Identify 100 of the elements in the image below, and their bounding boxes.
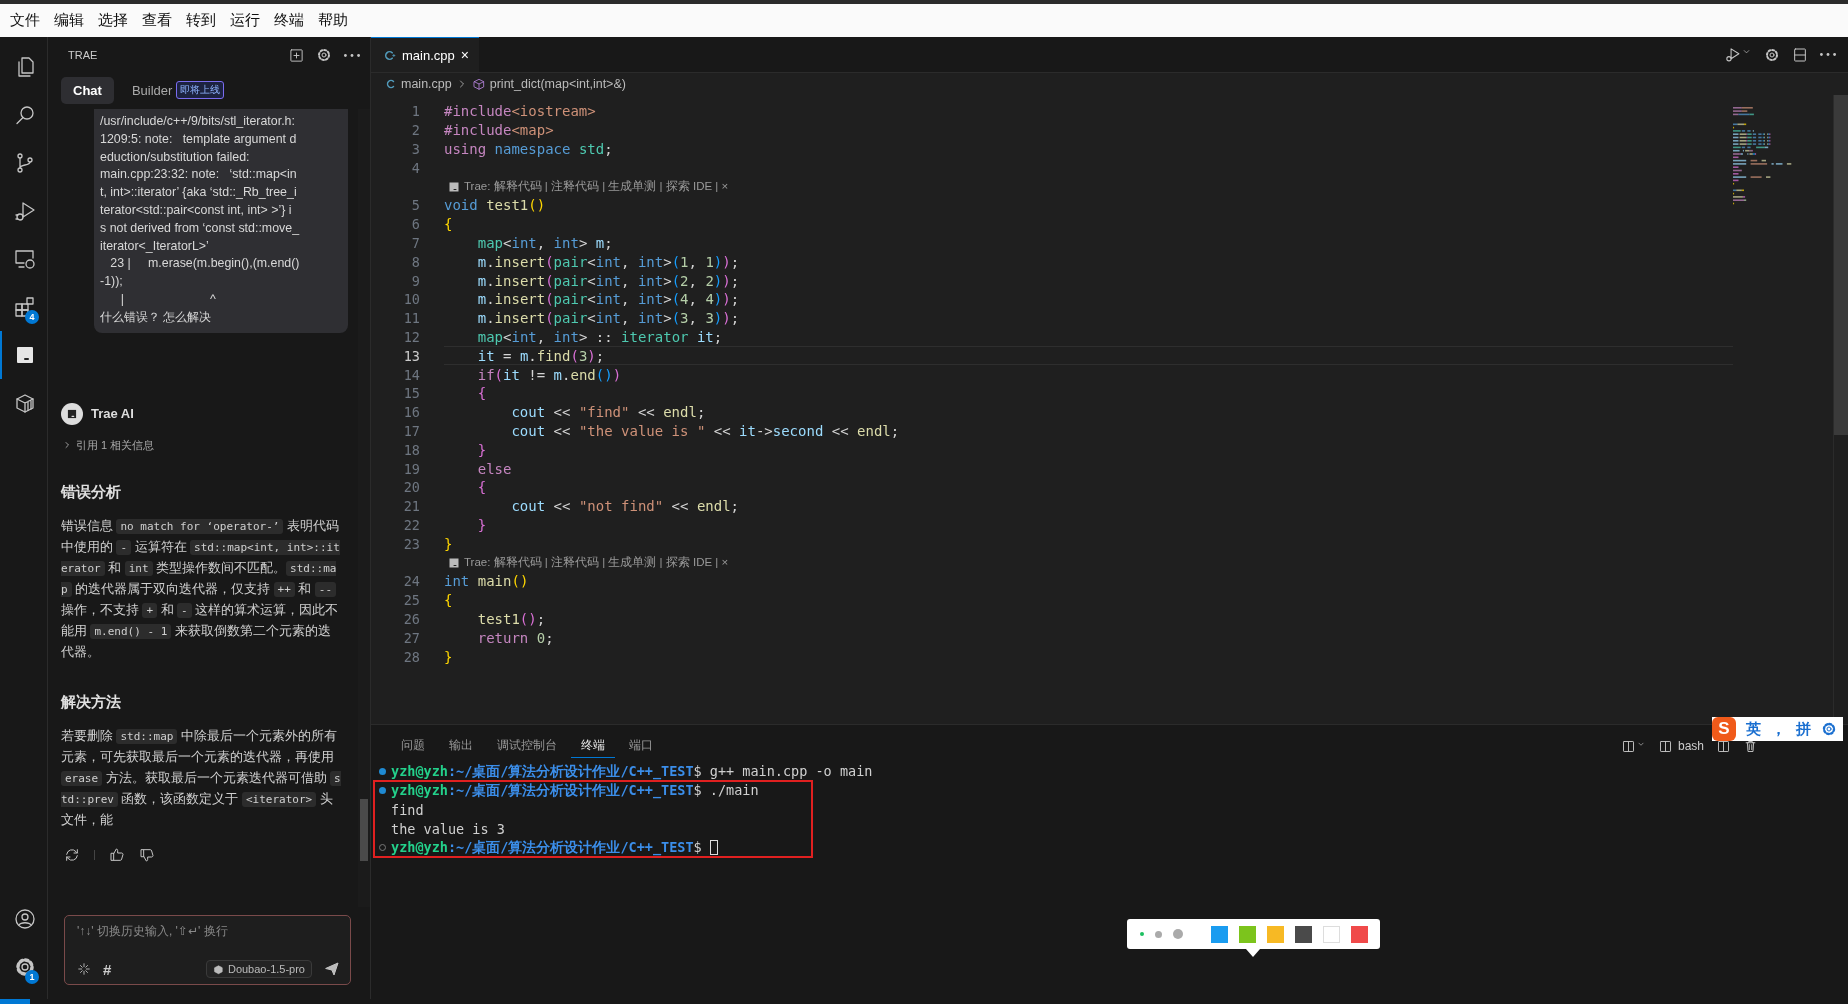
line-number: 3 bbox=[410, 141, 421, 157]
columns-drawing bbox=[1716, 738, 1731, 754]
new-chat-icon[interactable] bbox=[289, 47, 304, 63]
code-line: map<int, int> :: iterator it; bbox=[476, 328, 723, 345]
layout-menu[interactable] bbox=[1620, 738, 1646, 754]
menu-item[interactable]: 编辑 bbox=[48, 11, 90, 30]
settings-icon[interactable] bbox=[1821, 721, 1837, 737]
section-heading: 解决方法 bbox=[61, 692, 122, 712]
layout-icon[interactable] bbox=[1792, 46, 1808, 63]
code-line: m.insert(pair<int, int>(4, 4)); bbox=[476, 291, 740, 308]
color-swatch[interactable] bbox=[1351, 925, 1368, 943]
settings-icon[interactable] bbox=[316, 47, 332, 63]
code-line: cout << "the value is " << it->second << endl; bbox=[510, 422, 900, 439]
line-number: 21 bbox=[402, 498, 421, 515]
context-button[interactable]: # bbox=[103, 960, 112, 978]
coming-soon-badge: 即将上线 bbox=[176, 81, 225, 99]
menu-item[interactable]: 终端 bbox=[268, 11, 310, 30]
line-number: 12 bbox=[402, 328, 421, 345]
trash-icon[interactable] bbox=[1743, 738, 1758, 754]
code-line: { bbox=[444, 216, 453, 233]
line-number: 26 bbox=[402, 610, 421, 627]
command-status-dot[interactable] bbox=[379, 787, 386, 794]
extensions-icon bbox=[12, 295, 37, 319]
line-number: 2 bbox=[410, 122, 421, 139]
color-swatch[interactable] bbox=[1211, 925, 1228, 943]
line-number: 5 bbox=[410, 197, 421, 214]
chat-tab[interactable]: Builder 即将上线 bbox=[119, 75, 237, 105]
cube-icon bbox=[212, 963, 224, 975]
columns-icon bbox=[1657, 738, 1673, 754]
color-swatch[interactable] bbox=[1323, 925, 1340, 943]
thumbs-up-icon[interactable] bbox=[109, 846, 125, 863]
editor-tab[interactable]: main.cpp × bbox=[371, 37, 479, 72]
scrollbar-thumb[interactable] bbox=[1834, 95, 1848, 435]
code-line: void test1() bbox=[444, 197, 546, 214]
ime-button[interactable]: 英 bbox=[1746, 719, 1761, 739]
cpp-file-icon bbox=[385, 78, 397, 90]
more-icon[interactable] bbox=[344, 53, 360, 57]
terminal-line: find bbox=[391, 801, 424, 818]
menu-item[interactable]: 查看 bbox=[136, 11, 178, 30]
run-debug-menu[interactable] bbox=[1724, 46, 1752, 63]
panel-tab[interactable]: 终端 bbox=[571, 734, 615, 758]
chat-tab[interactable]: Chat bbox=[61, 76, 114, 104]
menu-item[interactable]: 运行 bbox=[224, 11, 266, 30]
notification-badge: 4 bbox=[25, 310, 39, 324]
code-line: m.insert(pair<int, int>(1, 1)); bbox=[476, 253, 740, 270]
send-icon[interactable] bbox=[324, 961, 340, 977]
menu-item[interactable]: 文件 bbox=[4, 11, 46, 30]
chat-input[interactable]: '↑↓' 切换历史输入, '⇧↵' 换行 # Doubao-1.5-pro bbox=[64, 915, 351, 985]
close-icon[interactable]: × bbox=[460, 47, 469, 63]
code-line: cout << "not find" << endl; bbox=[510, 498, 740, 515]
activity-tab[interactable]: 1 bbox=[0, 943, 47, 991]
line-number: 17 bbox=[402, 422, 421, 439]
activity-tab[interactable]: 4 bbox=[0, 283, 47, 331]
code-line: if(it != m.end()) bbox=[476, 366, 622, 383]
ime-button[interactable]: ， bbox=[1771, 719, 1786, 739]
color-swatch[interactable] bbox=[1295, 925, 1312, 943]
line-number: 16 bbox=[402, 404, 421, 421]
gear-drawing bbox=[1764, 46, 1780, 63]
code-line: else bbox=[476, 460, 512, 477]
menu-item[interactable]: 选择 bbox=[92, 11, 134, 30]
panel-tab[interactable]: 端口 bbox=[619, 734, 663, 758]
square-logo-icon bbox=[448, 180, 460, 193]
line-number: 20 bbox=[402, 479, 421, 496]
panel-tab[interactable]: 调试控制台 bbox=[487, 734, 567, 758]
terminal-selector[interactable]: bash bbox=[1657, 738, 1704, 754]
code-line: it = m.find(3); bbox=[476, 347, 605, 364]
color-swatch[interactable] bbox=[1239, 925, 1256, 943]
more-icon[interactable] bbox=[1820, 53, 1836, 56]
monitor-icon bbox=[12, 247, 37, 271]
command-status-dot[interactable] bbox=[379, 768, 386, 775]
thumbs-down-icon[interactable] bbox=[139, 846, 155, 863]
gear-drawing bbox=[316, 47, 332, 63]
panel-tab[interactable]: 问题 bbox=[391, 734, 435, 758]
line-number: 7 bbox=[410, 234, 421, 251]
line-number: 22 bbox=[402, 516, 421, 533]
paper-plane-drawing bbox=[324, 961, 340, 977]
codelens-actions[interactable]: Trae: 解释代码 | 注释代码 | 生成单测 | 探索 IDE | × bbox=[464, 555, 729, 570]
panel-title: TRAE bbox=[68, 49, 99, 61]
line-number: 25 bbox=[402, 592, 421, 609]
settings-icon[interactable] bbox=[1764, 46, 1780, 63]
menu-item[interactable]: 帮助 bbox=[312, 11, 354, 30]
columns-icon bbox=[1620, 738, 1636, 754]
terminal-line: yzh@yzh:~/桌面/算法分析设计作业/C++_TEST$ bbox=[391, 838, 718, 857]
model-selector[interactable]: Doubao-1.5-pro bbox=[205, 960, 312, 978]
panel-tab[interactable]: 输出 bbox=[439, 734, 483, 758]
breadcrumb-item[interactable]: main.cpp bbox=[385, 77, 452, 91]
references-toggle[interactable]: 引用 1 相关信息 bbox=[61, 437, 155, 453]
codelens-actions[interactable]: Trae: 解释代码 | 注释代码 | 生成单测 | 探索 IDE | × bbox=[464, 179, 729, 195]
color-swatch[interactable] bbox=[1267, 925, 1284, 943]
sparkle-icon[interactable] bbox=[77, 962, 91, 976]
ime-button[interactable]: 拼 bbox=[1796, 719, 1811, 739]
answer-paragraph: 错误信息 no match for ‘operator-’ 表明代码中使用的 - 运算符在 std::map<int, int>::iterator 和 int 类型操作数间不匹配。 std::map 的迭代器属于双向迭代器，仅支持 ++ 和 -- 操作，不支持 + 和 - 这样的算术运算，因此不能用 m.end() - 1 来获取倒数第二个元素的迭代器。 bbox=[61, 517, 341, 661]
thumb-drawing bbox=[109, 846, 125, 863]
regenerate-icon[interactable] bbox=[64, 846, 80, 863]
menu-item[interactable]: 转到 bbox=[180, 11, 222, 30]
split-icon[interactable] bbox=[1716, 738, 1731, 754]
line-number: 24 bbox=[402, 573, 421, 590]
code-line: int main() bbox=[444, 573, 529, 590]
breadcrumb-item[interactable]: print_dict(map<int,int>&) bbox=[471, 77, 626, 91]
account-icon bbox=[12, 907, 37, 931]
